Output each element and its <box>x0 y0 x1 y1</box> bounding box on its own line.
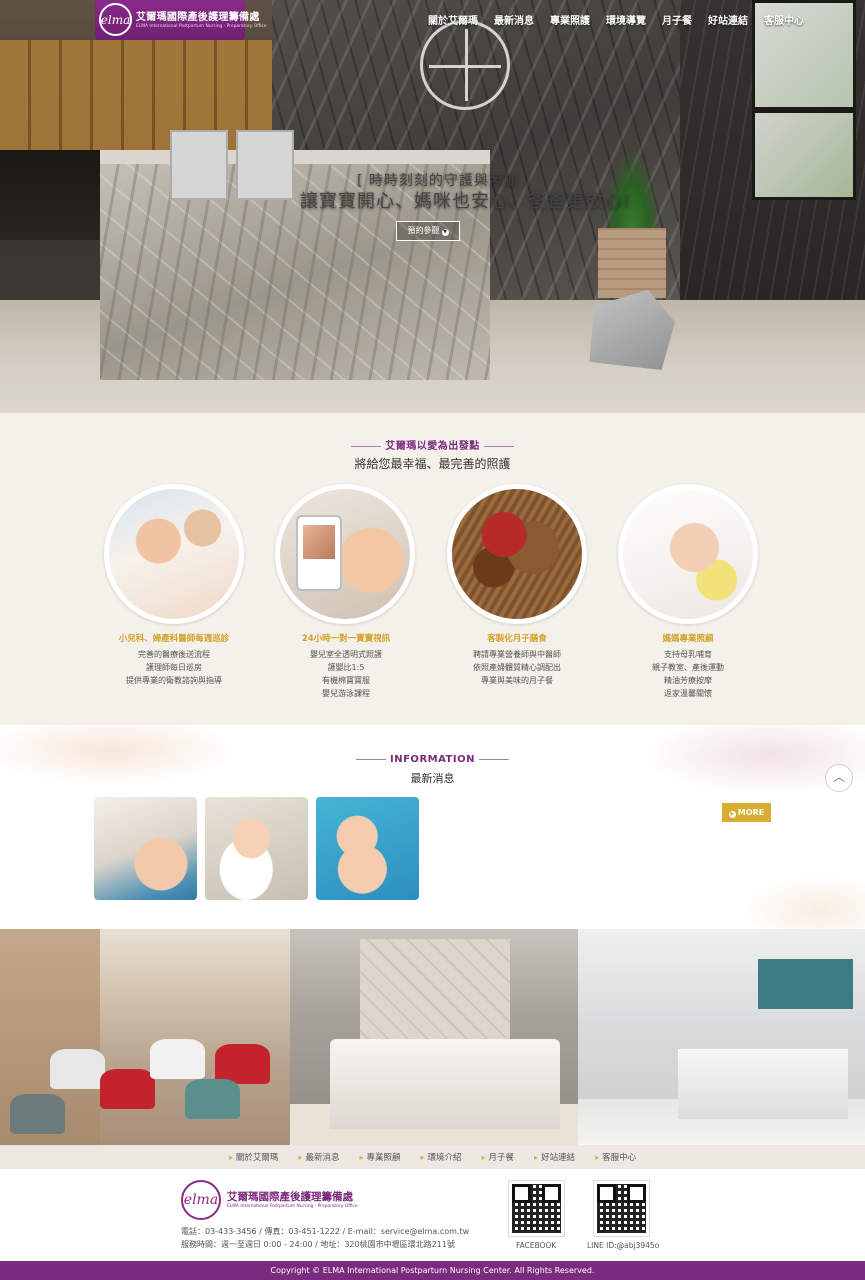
site-logo[interactable]: elma 艾爾瑪國際產後護理籌備處 ELMA International Pos… <box>95 0 267 40</box>
footer-org-name: 艾爾瑪國際產後護理籌備處 <box>227 1191 353 1203</box>
footer-link-environment[interactable]: 環境介紹 <box>410 1151 471 1163</box>
hero-title: 讓寶寶開心、媽咪也安心、爸爸更放心! <box>300 191 632 212</box>
footer-link-care[interactable]: 專業照顧 <box>349 1151 410 1163</box>
information-subtitle: 最新消息 <box>410 772 455 785</box>
service-item: 24小時一對一寶寶視訊 嬰兒室全透明式照護 護嬰比1:5 有機棉寶寶服 嬰兒游泳… <box>261 632 431 700</box>
service-image-video[interactable] <box>275 484 415 624</box>
back-to-top-button[interactable]: ︿ <box>825 764 853 792</box>
service-image-mother-care[interactable] <box>618 484 758 624</box>
nav-item-links[interactable]: 好站連結 <box>700 12 756 27</box>
facebook-qr-label: FACEBOOK <box>516 1241 557 1250</box>
logo-name: 艾爾瑪國際產後護理籌備處 <box>136 12 260 23</box>
main-nav: 關於艾爾瑪 最新消息 專業照護 環境導覽 月子餐 好站連結 客服中心 <box>420 12 812 27</box>
footer-contact-line: 電話：03-433-3456 / 傳真：03-451-1222 / E-mail… <box>181 1227 470 1236</box>
service-heading: 客製化月子膳食 <box>487 634 547 644</box>
footer-org-subtitle: ELMA International Postpartum Nursing · … <box>227 1204 358 1209</box>
chevron-up-icon: ︿ <box>832 770 845 784</box>
chevron-down-icon: ▼ <box>441 229 449 236</box>
service-image-meals[interactable] <box>447 484 587 624</box>
nav-item-meals[interactable]: 月子餐 <box>654 12 700 27</box>
services-subtitle: 將給您最幸福、最完善的照護 <box>354 457 511 471</box>
copyright-bar: Copyright © ELMA International Postpartu… <box>0 1261 865 1280</box>
news-thumbnail[interactable] <box>205 797 308 900</box>
phone-icon <box>296 515 342 591</box>
service-item: 小兒科、婦產科醫師每週巡診 完善的醫療後送流程 護理師每日巡房 提供專業的衛教諮… <box>89 632 259 687</box>
line-qr-code[interactable] <box>593 1180 650 1237</box>
environment-gallery <box>0 929 865 1145</box>
facebook-qr-code[interactable] <box>508 1180 565 1237</box>
footer-hours-address-line: 服務時間：週一至週日 0:00 - 24:00 / 地址：320桃園市中壢區環北… <box>181 1240 455 1249</box>
nav-item-about[interactable]: 關於艾爾瑪 <box>420 12 486 27</box>
nav-item-service[interactable]: 客服中心 <box>756 12 812 27</box>
service-item: 媽媽專業照顧 支持母乳哺育 親子教室、產後運動 精油芳療按摩 返家溫馨關懷 <box>603 632 773 700</box>
footer-link-news[interactable]: 最新消息 <box>288 1151 349 1163</box>
service-item: 客製化月子膳食 聘請專業營養師與中醫師 依照產婦體質精心調配出 專業與美味的月子… <box>432 632 602 687</box>
book-visit-label: 預約參觀 <box>407 226 440 235</box>
hero-banner: elma 艾爾瑪國際產後護理籌備處 ELMA International Pos… <box>0 0 865 413</box>
service-heading: 小兒科、婦產科醫師每週巡診 <box>118 634 230 644</box>
service-heading: 媽媽專業照顧 <box>662 634 714 644</box>
nav-item-care[interactable]: 專業照護 <box>542 12 598 27</box>
footer-logo[interactable]: elma <box>181 1180 221 1220</box>
service-heading: 24小時一對一寶寶視訊 <box>301 634 391 644</box>
service-image-doctor[interactable] <box>104 484 244 624</box>
footer-link-about[interactable]: 關於艾爾瑪 <box>219 1151 289 1163</box>
nav-item-news[interactable]: 最新消息 <box>486 12 542 27</box>
logo-mark: elma <box>99 3 132 36</box>
information-title: INFORMATION <box>0 754 865 765</box>
news-thumbnail[interactable] <box>316 797 419 900</box>
footer-link-meals[interactable]: 月子餐 <box>472 1151 525 1163</box>
services-title: 艾爾瑪以愛為出發點 <box>0 437 865 452</box>
room-photo-lounge[interactable] <box>0 929 290 1145</box>
line-qr-label: LINE ID:@abj3945o <box>587 1241 660 1250</box>
arrow-right-icon: ▶ <box>728 811 736 818</box>
room-photo-bedroom[interactable] <box>290 929 578 1145</box>
room-photo-nursery[interactable] <box>578 929 865 1145</box>
footer-link-links[interactable]: 好站連結 <box>524 1151 585 1163</box>
more-button[interactable]: ▶ MORE <box>722 803 771 822</box>
footer-nav: 關於艾爾瑪 最新消息 專業照顧 環境介紹 月子餐 好站連結 客服中心 <box>0 1145 865 1169</box>
footer-link-service[interactable]: 客服中心 <box>585 1151 646 1163</box>
book-visit-button[interactable]: 預約參觀 ▼ <box>396 221 460 241</box>
news-thumbnail[interactable] <box>94 797 197 900</box>
nav-item-environment[interactable]: 環境導覽 <box>598 12 654 27</box>
logo-subtitle: ELMA International Postpartum Nursing · … <box>136 24 267 29</box>
